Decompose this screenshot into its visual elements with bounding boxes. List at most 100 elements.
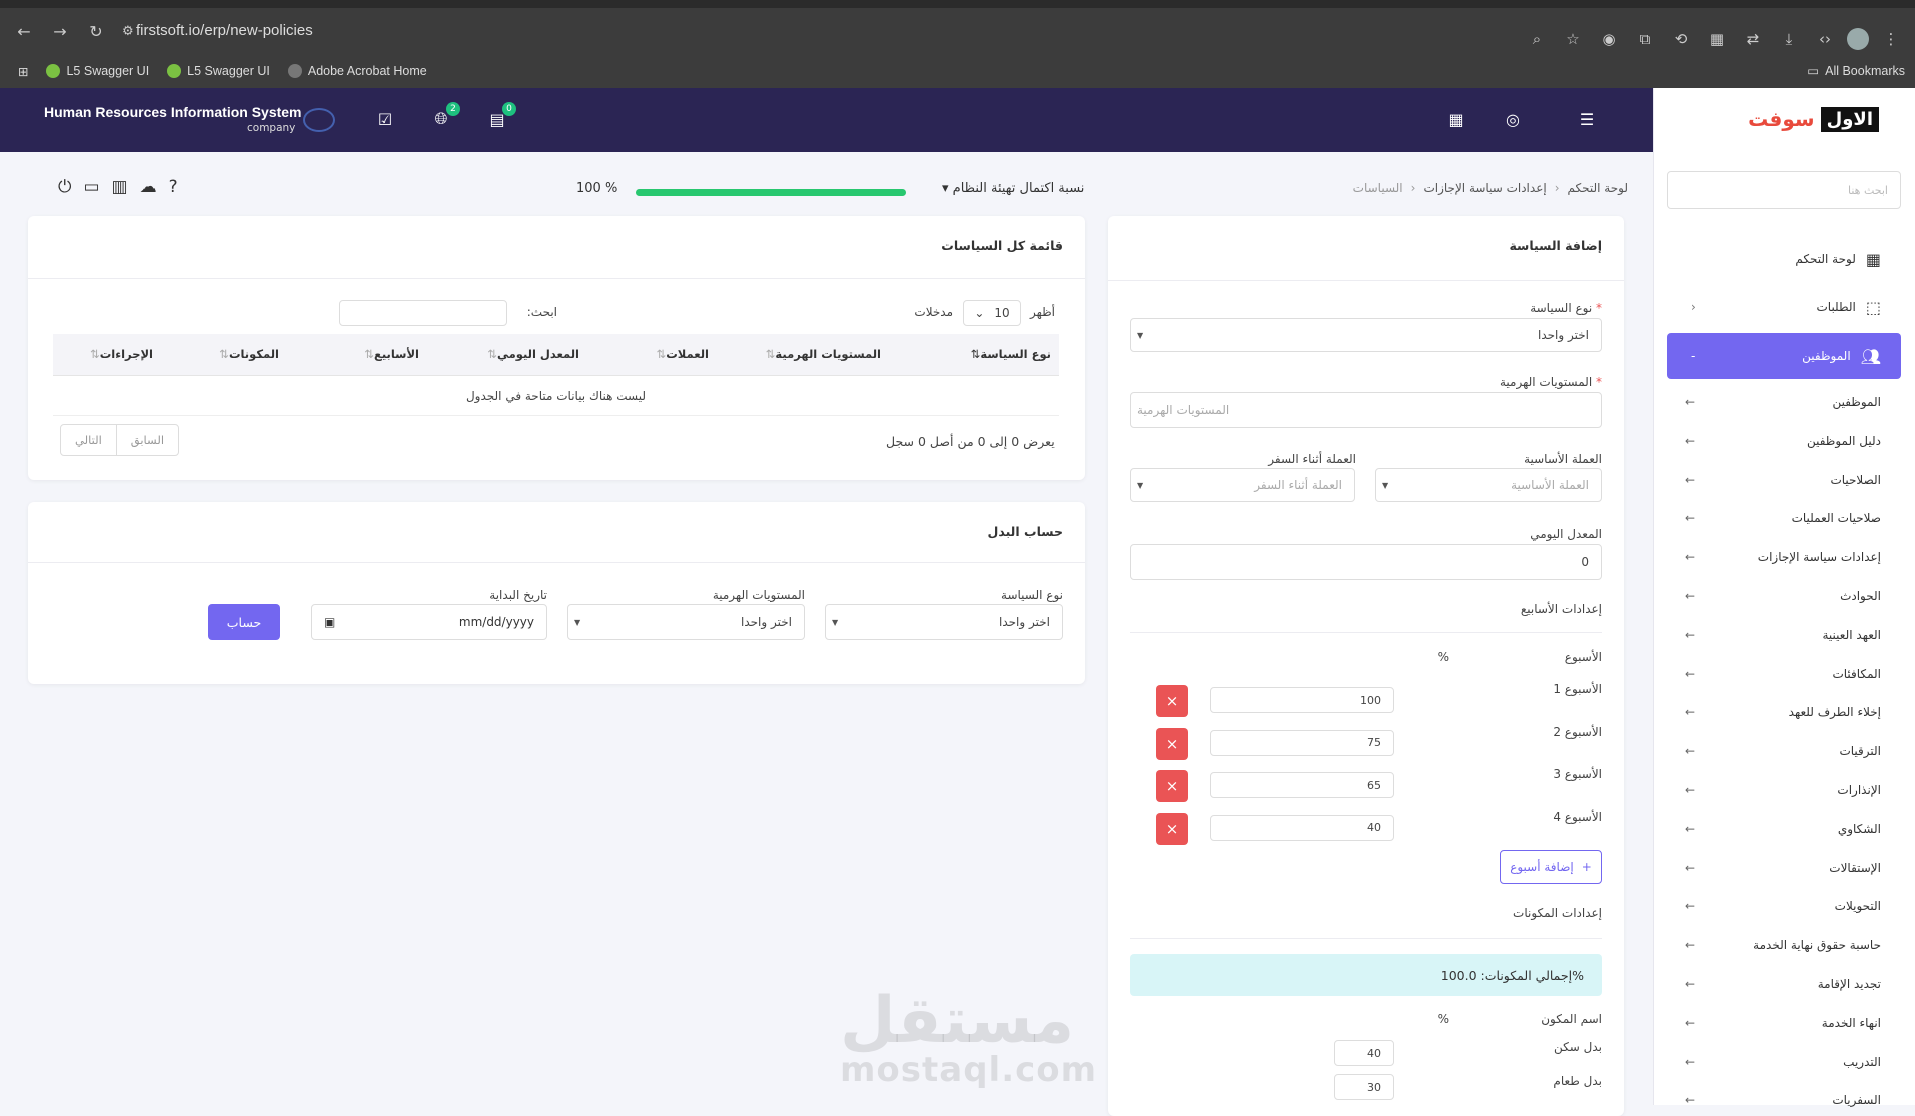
add-week-button[interactable]: إضافة أسبوع + <box>1500 850 1602 884</box>
bookmark-item[interactable]: Adobe Acrobat Home <box>287 64 427 78</box>
prev-page-button[interactable]: السابق <box>117 425 178 455</box>
sidebar-item-dashboard[interactable]: لوحة التحكم ▦ <box>1667 240 1901 278</box>
layout-icon[interactable]: ▦ <box>1443 106 1469 132</box>
devtools-icon[interactable]: ‹› <box>1811 30 1839 48</box>
week-column-header: الأسبوع <box>1564 650 1602 664</box>
sidebar-subitem[interactable]: ← المكافئات <box>1671 659 1881 689</box>
sidebar-subitem[interactable]: ← إخلاء الطرف للعهد <box>1671 697 1881 727</box>
component-percent-input[interactable]: 40 <box>1334 1040 1394 1066</box>
sidebar-subitem[interactable]: ← الترقيات <box>1671 736 1881 766</box>
daily-rate-input[interactable]: 0 <box>1130 544 1602 580</box>
table-column-header[interactable]: ⇅المعدل اليومي <box>481 347 579 361</box>
search-label: ابحث: <box>526 305 557 319</box>
user-icon[interactable]: ◎ <box>1500 106 1526 132</box>
address-bar: ← → ↻ ⚙ firstsoft.io/erp/new-policies ⌕ … <box>0 8 1915 54</box>
extension-icon[interactable]: ◉ <box>1595 30 1623 48</box>
zoom-icon[interactable]: ⌕ <box>1523 30 1551 48</box>
translate-icon[interactable]: ⇄ <box>1739 30 1767 48</box>
sidebar-subitem[interactable]: ← الحوادث <box>1671 581 1881 611</box>
sidebar-subitem[interactable]: ← صلاحيات العمليات <box>1671 503 1881 533</box>
sidebar-subitem[interactable]: ← التدريب <box>1671 1047 1881 1077</box>
table-column-header[interactable]: ⇅المستويات الهرمية <box>760 347 881 361</box>
all-bookmarks[interactable]: ▭ All Bookmarks <box>1807 63 1905 79</box>
forward-icon[interactable]: → <box>42 13 78 49</box>
base-currency-select[interactable]: ▼ العملة الأساسية <box>1375 468 1602 502</box>
history-icon[interactable]: ⟲ <box>1667 30 1695 48</box>
chat-icon[interactable]: ▤ 0 <box>484 102 516 132</box>
back-icon[interactable]: ← <box>6 13 42 49</box>
completion-dropdown[interactable]: ▾ نسبة اكتمال تهيئة النظام <box>942 181 1084 196</box>
apps-icon[interactable]: ⊞ <box>18 64 28 79</box>
sidebar-subitem[interactable]: ← الموظفين <box>1671 387 1881 417</box>
globe-icon[interactable]: 🌐︎ 2 <box>428 102 460 132</box>
sidebar-subitem[interactable]: ← التحويلات <box>1671 891 1881 921</box>
site-info-icon[interactable]: ⚙ <box>122 24 134 39</box>
table-search-input[interactable] <box>339 300 507 326</box>
menu-toggle-icon[interactable]: ☰ <box>1574 106 1600 132</box>
table-column-header[interactable]: ⇅المكونات <box>213 347 279 361</box>
delete-week-button[interactable]: × <box>1156 770 1188 802</box>
tab-search-icon[interactable]: ▦ <box>1703 30 1731 48</box>
breadcrumb-item[interactable]: لوحة التحكم <box>1568 181 1629 195</box>
sidebar-item-requests[interactable]: › الطلبات ⬚ <box>1667 288 1901 326</box>
calc-policy-type-select[interactable]: ▼ اختر واحدا <box>825 604 1063 640</box>
reload-icon[interactable]: ↻ <box>78 13 114 49</box>
puzzle-icon[interactable]: ⧉ <box>1631 30 1659 48</box>
week-label: الأسبوع 3 <box>1553 767 1602 781</box>
policy-type-select[interactable]: ▼ اختر واحدا <box>1130 318 1602 352</box>
table-column-header[interactable]: ⇅العملات <box>651 347 709 361</box>
bookmark-item[interactable]: L5 Swagger UI <box>167 64 270 78</box>
arrow-left-icon: ← <box>1685 1054 1696 1069</box>
sidebar-subitem[interactable]: ← دليل الموظفين <box>1671 426 1881 456</box>
start-date-input[interactable]: ▣ mm/dd/yyyy <box>311 604 547 640</box>
sidebar-subitem[interactable]: ← تجديد الإقامة <box>1671 969 1881 999</box>
breadcrumb-item[interactable]: إعدادات سياسة الإجازات <box>1423 181 1546 195</box>
sidebar-subitem[interactable]: ← العهد العينية <box>1671 620 1881 650</box>
week-percent-input[interactable]: 75 <box>1210 729 1394 756</box>
sidebar-subitem[interactable]: ← الشكاوي <box>1671 814 1881 844</box>
table-column-header[interactable]: ⇅الإجراءات <box>84 347 153 361</box>
sidebar-search-input[interactable]: ابحث هنا <box>1667 171 1901 209</box>
close-icon: × <box>1165 819 1179 838</box>
sidebar-subitem[interactable]: ← انهاء الخدمة <box>1671 1008 1881 1038</box>
delete-week-button[interactable]: × <box>1156 685 1188 717</box>
star-icon[interactable]: ☆ <box>1559 30 1587 48</box>
download-icon[interactable]: ⤓ <box>1775 30 1803 48</box>
url-text[interactable]: firstsoft.io/erp/new-policies <box>136 22 313 39</box>
page-size-select[interactable]: ⌄ 10 <box>963 300 1021 326</box>
delete-week-button[interactable]: × <box>1156 812 1188 845</box>
table-column-header[interactable]: ⇅نوع السياسة <box>965 347 1051 361</box>
sidebar-subitem[interactable]: ← الصلاحيات <box>1671 465 1881 495</box>
calculate-button[interactable]: حساب <box>208 604 280 640</box>
completion-progress <box>636 189 906 196</box>
table-column-header[interactable]: ⇅الأسابيع <box>358 347 419 361</box>
sidebar-subitem[interactable]: ← حاسبة حقوق نهاية الخدمة <box>1671 930 1881 960</box>
brand-logo[interactable]: سوفت الاول <box>1748 104 1879 134</box>
delete-week-button[interactable]: × <box>1156 727 1188 760</box>
report-icon[interactable]: ▥ <box>112 177 128 197</box>
sidebar-subitem[interactable]: ← الإنذارات <box>1671 775 1881 805</box>
week-percent-input[interactable]: 65 <box>1210 772 1394 798</box>
power-icon[interactable]: ⏻ <box>58 177 71 197</box>
sidebar-item-employees[interactable]: - الموظفين 👥︎ <box>1667 333 1901 379</box>
kebab-menu-icon[interactable]: ⋮ <box>1877 30 1905 48</box>
travel-currency-label: العملة أثناء السفر <box>1268 452 1356 466</box>
travel-currency-select[interactable]: ▼ العملة أثناء السفر <box>1130 468 1355 502</box>
next-page-button[interactable]: التالي <box>61 425 117 455</box>
calendar-icon[interactable]: ▭ <box>83 177 99 197</box>
bookmark-item[interactable]: L5 Swagger UI <box>46 64 149 78</box>
daily-rate-label: المعدل اليومي <box>1530 527 1602 541</box>
help-icon[interactable]: ? <box>169 177 178 197</box>
hierarchy-select[interactable]: المستويات الهرمية <box>1130 392 1602 428</box>
checklist-icon[interactable]: ☑ <box>372 106 398 132</box>
sidebar-subitem[interactable]: ← إعدادات سياسة الإجازات <box>1671 542 1881 572</box>
component-percent-input[interactable]: 30 <box>1334 1074 1394 1100</box>
calc-hierarchy-select[interactable]: ▼ اختر واحدا <box>567 604 805 640</box>
sidebar-subitem[interactable]: ← السفريات <box>1671 1085 1881 1115</box>
sidebar-subitem[interactable]: ← الإستقالات <box>1671 853 1881 883</box>
week-percent-input[interactable]: 100 <box>1210 687 1394 713</box>
week-percent-input[interactable]: 40 <box>1210 814 1394 841</box>
profile-avatar[interactable] <box>1847 28 1869 50</box>
week-label: الأسبوع 2 <box>1553 724 1602 739</box>
cloud-upload-icon[interactable]: ☁ <box>140 177 157 197</box>
